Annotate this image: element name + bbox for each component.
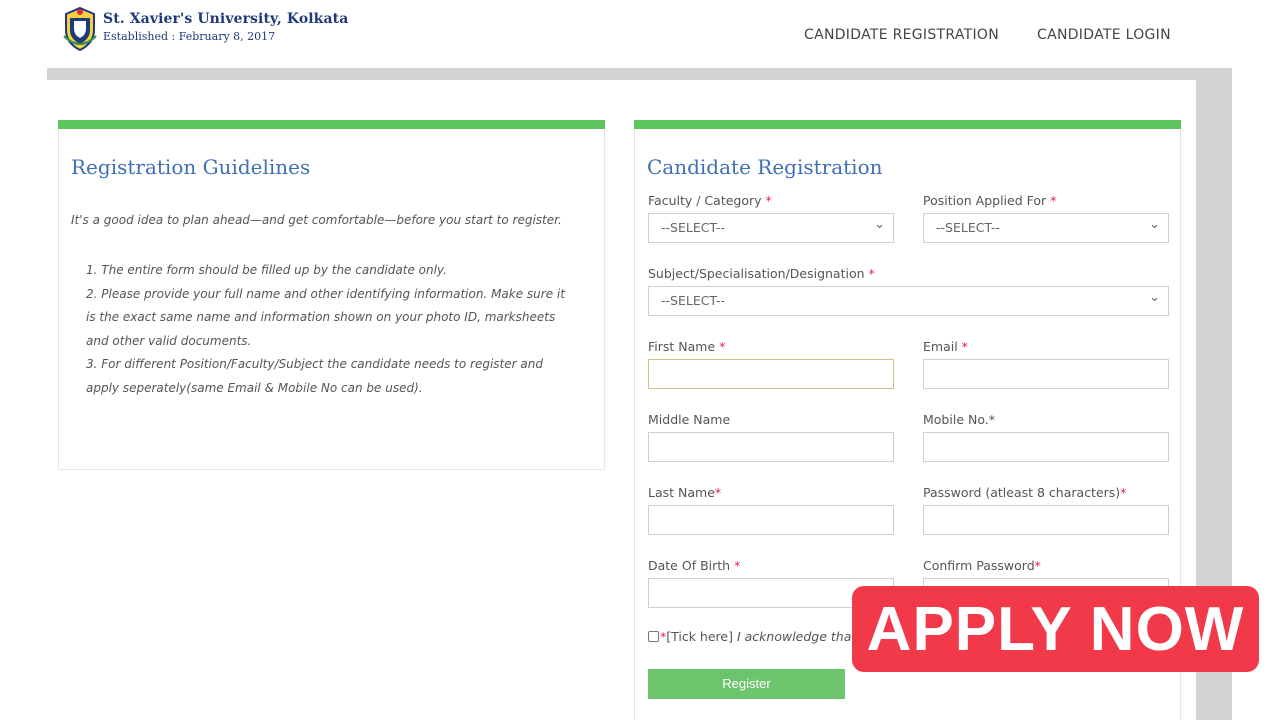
university-crest-icon[interactable] xyxy=(59,6,101,52)
nav-candidate-registration[interactable]: CANDIDATE REGISTRATION xyxy=(804,27,999,43)
required-marker: * xyxy=(961,339,968,354)
first-name-label-text: First Name xyxy=(648,339,716,354)
last-name-label-text: Last Name xyxy=(648,485,715,500)
subject-label-text: Subject/Specialisation/Designation xyxy=(648,266,865,281)
last-name-input[interactable] xyxy=(648,505,894,535)
acknowledge-statement: I acknowledge that a xyxy=(736,629,868,644)
site-header: St. Xavier's University, Kolkata Establi… xyxy=(47,0,1232,68)
middle-name-label: Middle Name xyxy=(648,412,731,427)
confirm-password-label-text: Confirm Password xyxy=(923,558,1035,573)
position-label-text: Position Applied For xyxy=(923,193,1047,208)
tick-here-label: [Tick here] xyxy=(666,629,733,644)
acknowledge-text: *[Tick here] I acknowledge that a xyxy=(660,629,868,644)
guideline-item: 2. Please provide your full name and oth… xyxy=(86,286,565,348)
position-label: Position Applied For * xyxy=(923,193,1056,208)
dob-label-text: Date Of Birth xyxy=(648,558,731,573)
required-marker: * xyxy=(1050,193,1057,208)
required-marker: * xyxy=(734,558,741,573)
password-label: Password (atleast 8 characters)* xyxy=(923,485,1126,500)
guidelines-panel: Registration Guidelines It's a good idea… xyxy=(58,120,605,470)
required-marker: * xyxy=(988,412,995,427)
header-divider xyxy=(47,68,1232,80)
guideline-item: 3. For different Position/Faculty/Subjec… xyxy=(86,357,543,395)
registration-title: Candidate Registration xyxy=(647,155,883,179)
first-name-label: First Name * xyxy=(648,339,725,354)
password-label-text: Password (atleast 8 characters) xyxy=(923,485,1121,500)
email-input[interactable] xyxy=(923,359,1169,389)
guideline-item: 1. The entire form should be filled up b… xyxy=(86,263,447,277)
panel-accent-bar xyxy=(58,120,605,129)
required-marker: * xyxy=(868,266,875,281)
mobile-label-text: Mobile No. xyxy=(923,412,989,427)
nav-candidate-login[interactable]: CANDIDATE LOGIN xyxy=(1037,27,1171,43)
first-name-input[interactable] xyxy=(648,359,894,389)
guidelines-list: 1. The entire form should be filled up b… xyxy=(86,259,576,400)
confirm-password-label: Confirm Password* xyxy=(923,558,1041,573)
position-select[interactable]: --SELECT-- xyxy=(923,213,1169,243)
last-name-label: Last Name* xyxy=(648,485,721,500)
brand-block: St. Xavier's University, Kolkata Establi… xyxy=(103,11,348,43)
panel-accent-bar xyxy=(634,120,1181,129)
required-marker: * xyxy=(719,339,726,354)
mobile-label: Mobile No.* xyxy=(923,412,995,427)
faculty-select[interactable]: --SELECT-- xyxy=(648,213,894,243)
acknowledge-checkbox[interactable] xyxy=(648,631,659,642)
guidelines-title: Registration Guidelines xyxy=(71,155,311,179)
password-input[interactable] xyxy=(923,505,1169,535)
mobile-input[interactable] xyxy=(923,432,1169,462)
required-marker: * xyxy=(765,193,772,208)
faculty-label: Faculty / Category * xyxy=(648,193,772,208)
dob-label: Date Of Birth * xyxy=(648,558,740,573)
apply-now-banner[interactable]: APPLY NOW xyxy=(852,586,1259,672)
required-marker: * xyxy=(1034,558,1041,573)
email-label: Email * xyxy=(923,339,968,354)
register-button[interactable]: Register xyxy=(648,669,845,699)
subject-select[interactable]: --SELECT-- xyxy=(648,286,1169,316)
required-marker: * xyxy=(1120,485,1127,500)
required-marker: * xyxy=(714,485,722,500)
middle-name-input[interactable] xyxy=(648,432,894,462)
subject-label: Subject/Specialisation/Designation * xyxy=(648,266,875,281)
brand-established: Established : February 8, 2017 xyxy=(103,30,276,43)
email-label-text: Email xyxy=(923,339,958,354)
brand-name: St. Xavier's University, Kolkata xyxy=(103,11,349,27)
faculty-label-text: Faculty / Category xyxy=(648,193,762,208)
guidelines-intro: It's a good idea to plan ahead—and get c… xyxy=(71,213,562,227)
